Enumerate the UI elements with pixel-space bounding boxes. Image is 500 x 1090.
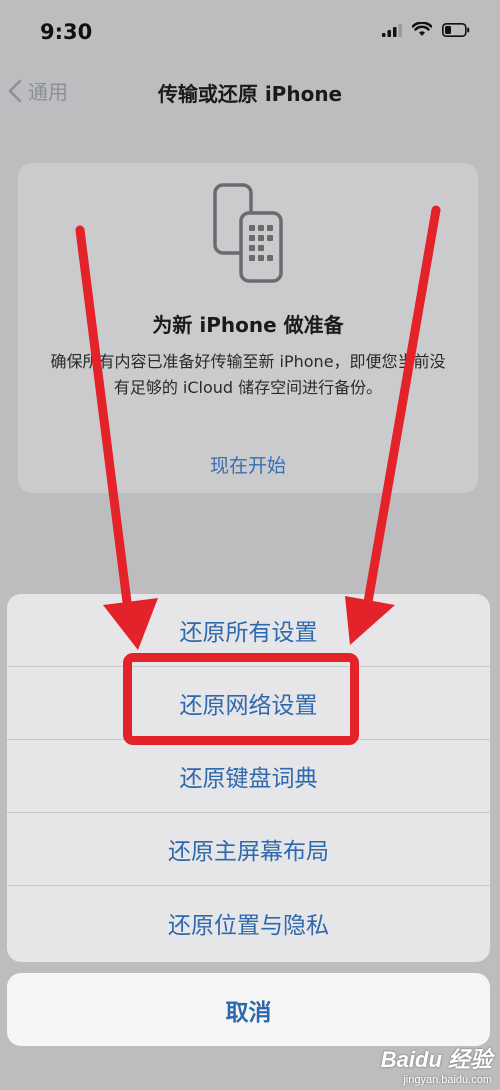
battery-icon (442, 22, 470, 37)
reset-keyboard-dictionary-button[interactable]: 还原键盘词典 (7, 740, 490, 813)
status-icons (382, 22, 470, 37)
baidu-watermark: Baidu 经验 jingyan.baidu.com (381, 1042, 492, 1086)
card-description: 确保所有内容已准备好传输至新 iPhone，即便您当前没有足够的 iCloud … (50, 352, 446, 397)
navigation-bar: 通用 传输或还原 iPhone (0, 66, 500, 118)
watermark-url: jingyan.baidu.com (403, 1074, 492, 1086)
wifi-icon (412, 22, 432, 36)
phones-transfer-icon (213, 183, 283, 283)
status-time: 9:30 (40, 20, 93, 44)
watermark-logo: Baidu 经验 (380, 1047, 492, 1072)
reset-action-sheet: 还原所有设置 还原网络设置 还原键盘词典 还原主屏幕布局 还原位置与隐私 (7, 594, 490, 962)
page-title: 传输或还原 iPhone (157, 82, 343, 106)
reset-home-screen-layout-button[interactable]: 还原主屏幕布局 (7, 813, 490, 886)
cellular-signal-icon (382, 23, 402, 37)
prepare-new-iphone-card: 为新 iPhone 做准备 确保所有内容已准备好传输至新 iPhone，即便您当… (18, 163, 478, 493)
cancel-button[interactable]: 取消 (7, 973, 490, 1046)
highlight-box (123, 653, 359, 745)
card-title: 为新 iPhone 做准备 (152, 313, 344, 337)
reset-location-privacy-button[interactable]: 还原位置与隐私 (7, 886, 490, 959)
get-started-link[interactable]: 现在开始 (18, 451, 478, 478)
status-bar: 9:30 (0, 0, 500, 66)
